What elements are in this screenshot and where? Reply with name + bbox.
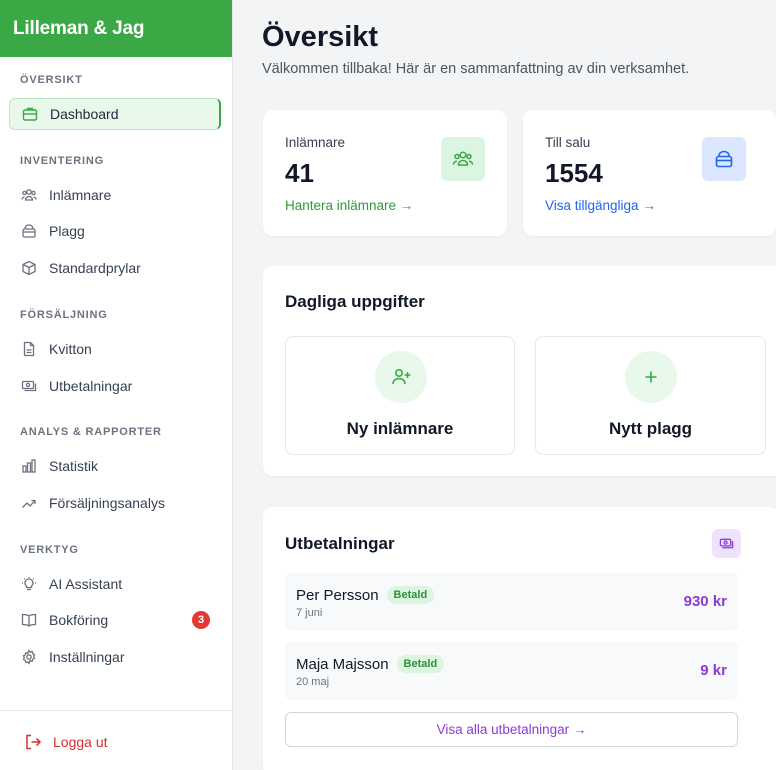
view-available-link[interactable]: Visa tillgängliga → bbox=[545, 198, 656, 213]
section-sales: FÖRSÄLJNING bbox=[20, 309, 108, 321]
payouts-title: Utbetalningar bbox=[285, 534, 395, 553]
sidebar-item-sales-analysis[interactable]: Försäljningsanalys bbox=[9, 487, 221, 519]
trending-up-icon bbox=[21, 495, 37, 511]
page-subtitle: Välkommen tillbaka! Här är en sammanfatt… bbox=[262, 61, 690, 77]
basket-icon bbox=[21, 223, 37, 239]
manage-consignors-link[interactable]: Hantera inlämnare → bbox=[285, 198, 413, 213]
sidebar-item-standard[interactable]: Standardprylar bbox=[9, 252, 221, 284]
payout-row[interactable]: Maja Majsson Betald 20 maj 9 kr bbox=[285, 642, 738, 700]
payout-name-line: Maja Majsson Betald bbox=[296, 655, 445, 673]
daily-tasks-card: Dagliga uppgifter Ny inlämnare Nytt plag… bbox=[263, 266, 776, 476]
stat-card-for-sale: Till salu 1554 Visa tillgängliga → bbox=[523, 110, 776, 236]
money-icon[interactable] bbox=[712, 529, 741, 558]
sidebar-item-label: Försäljningsanalys bbox=[49, 495, 165, 511]
sidebar-item-statistics[interactable]: Statistik bbox=[9, 450, 221, 482]
section-overview: ÖVERSIKT bbox=[20, 74, 83, 86]
document-icon bbox=[21, 341, 37, 357]
money-icon bbox=[21, 378, 37, 394]
logout-label: Logga ut bbox=[53, 734, 108, 750]
payout-date: 7 juni bbox=[296, 607, 323, 619]
sidebar-item-bookkeeping[interactable]: Bokföring 3 bbox=[9, 604, 221, 636]
new-consignor-button[interactable]: Ny inlämnare bbox=[285, 336, 515, 455]
brand-title[interactable]: Lilleman & Jag bbox=[0, 0, 232, 57]
daily-tasks-title: Dagliga uppgifter bbox=[285, 292, 425, 311]
briefcase-icon bbox=[22, 106, 38, 122]
stat-label: Inlämnare bbox=[285, 135, 346, 150]
sidebar-item-label: Inställningar bbox=[49, 649, 125, 665]
stat-card-consignors: Inlämnare 41 Hantera inlämnare → bbox=[263, 110, 507, 236]
sidebar-item-label: AI Assistant bbox=[49, 576, 123, 592]
main-content: Översikt Välkommen tillbaka! Här är en s… bbox=[233, 0, 776, 770]
stat-value: 1554 bbox=[545, 158, 603, 188]
sidebar-item-label: Kvitton bbox=[49, 341, 92, 357]
sidebar-item-label: Dashboard bbox=[50, 106, 119, 122]
sidebar-item-label: Standardprylar bbox=[49, 260, 141, 276]
user-plus-icon bbox=[375, 351, 427, 403]
gear-icon bbox=[21, 649, 37, 665]
payout-name: Per Persson bbox=[296, 587, 379, 604]
logout-icon bbox=[24, 733, 42, 751]
section-inventory: INVENTERING bbox=[20, 155, 104, 167]
basket-icon bbox=[702, 137, 746, 181]
sidebar-item-ai-assistant[interactable]: AI Assistant bbox=[9, 568, 221, 600]
section-tools: VERKTYG bbox=[20, 544, 79, 556]
plus-icon bbox=[625, 351, 677, 403]
bar-chart-icon bbox=[21, 458, 37, 474]
stat-value: 41 bbox=[285, 158, 314, 188]
users-icon bbox=[21, 187, 37, 203]
logout-button[interactable]: Logga ut bbox=[24, 733, 108, 751]
sidebar: Lilleman & Jag ÖVERSIKT Dashboard INVENT… bbox=[0, 0, 233, 770]
notification-badge: 3 bbox=[192, 611, 210, 629]
section-analytics: ANALYS & RAPPORTER bbox=[20, 426, 162, 438]
payout-name: Maja Majsson bbox=[296, 656, 389, 673]
users-icon bbox=[441, 137, 485, 181]
payout-amount: 9 kr bbox=[700, 662, 727, 679]
status-badge: Betald bbox=[386, 586, 435, 604]
sidebar-item-label: Utbetalningar bbox=[49, 378, 133, 394]
sidebar-item-label: Plagg bbox=[49, 223, 85, 239]
book-icon bbox=[21, 612, 37, 628]
task-label: Nytt plagg bbox=[608, 419, 693, 438]
payout-row[interactable]: Per Persson Betald 7 juni 930 kr bbox=[285, 573, 738, 631]
logout-area: Logga ut bbox=[0, 710, 232, 770]
sidebar-item-label: Inlämnare bbox=[49, 187, 112, 203]
sidebar-item-receipts[interactable]: Kvitton bbox=[9, 333, 221, 365]
sidebar-item-settings[interactable]: Inställningar bbox=[9, 641, 221, 673]
stat-label: Till salu bbox=[545, 135, 591, 150]
payout-name-line: Per Persson Betald bbox=[296, 586, 435, 604]
lightbulb-icon bbox=[21, 576, 37, 592]
sidebar-item-consignors[interactable]: Inlämnare bbox=[9, 179, 221, 211]
payout-amount: 930 kr bbox=[683, 593, 727, 610]
status-badge: Betald bbox=[396, 655, 445, 673]
sidebar-item-label: Bokföring bbox=[49, 612, 109, 628]
task-label: Ny inlämnare bbox=[346, 419, 454, 438]
sidebar-item-payouts[interactable]: Utbetalningar bbox=[9, 370, 221, 402]
payout-date: 20 maj bbox=[296, 676, 330, 688]
sidebar-item-dashboard[interactable]: Dashboard bbox=[9, 98, 221, 130]
sidebar-item-garments[interactable]: Plagg bbox=[9, 215, 221, 247]
new-garment-button[interactable]: Nytt plagg bbox=[535, 336, 766, 455]
sidebar-item-label: Statistik bbox=[49, 458, 99, 474]
view-all-payouts-button[interactable]: Visa alla utbetalningar → bbox=[285, 712, 738, 747]
page-title: Översikt bbox=[262, 21, 379, 53]
box-icon bbox=[21, 260, 37, 276]
payouts-card: Utbetalningar Per Persson Betald 7 juni 9… bbox=[263, 507, 776, 770]
